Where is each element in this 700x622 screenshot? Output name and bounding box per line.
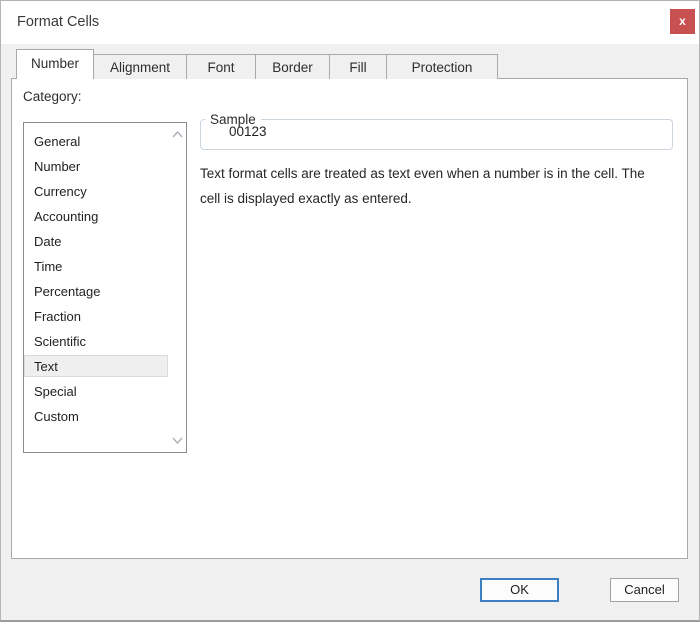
category-item-currency[interactable]: Currency: [24, 179, 168, 204]
category-item-percentage[interactable]: Percentage: [24, 279, 168, 304]
category-listbox[interactable]: General Number Currency Accounting Date …: [23, 122, 187, 453]
tab-strip: Number Alignment Font Border Fill Protec…: [16, 49, 498, 79]
cancel-button[interactable]: Cancel: [610, 578, 679, 602]
tab-label: Border: [272, 60, 313, 75]
category-item-custom[interactable]: Custom: [24, 404, 168, 429]
tab-number[interactable]: Number: [16, 49, 94, 79]
tab-font[interactable]: Font: [186, 54, 256, 79]
ok-button[interactable]: OK: [480, 578, 559, 602]
dialog-title: Format Cells: [17, 14, 99, 30]
close-icon: x: [679, 14, 686, 28]
tab-border[interactable]: Border: [255, 54, 330, 79]
category-item-scientific[interactable]: Scientific: [24, 329, 168, 354]
scroll-down-icon[interactable]: [172, 437, 183, 444]
sample-value: 00123: [201, 124, 672, 139]
category-item-number[interactable]: Number: [24, 154, 168, 179]
tab-label: Font: [207, 60, 234, 75]
tab-label: Number: [31, 56, 79, 71]
title-bar: Format Cells x: [1, 1, 699, 44]
category-label: Category:: [23, 89, 82, 104]
format-description: Text format cells are treated as text ev…: [200, 161, 648, 211]
category-item-text[interactable]: Text: [24, 355, 168, 377]
tab-label: Protection: [412, 60, 473, 75]
listbox-scrollbar[interactable]: [169, 123, 186, 452]
tab-label: Fill: [349, 60, 366, 75]
tab-alignment[interactable]: Alignment: [93, 54, 187, 79]
tab-label: Alignment: [110, 60, 170, 75]
format-cells-dialog: Format Cells x Number Alignment Font Bor…: [0, 0, 700, 622]
category-item-fraction[interactable]: Fraction: [24, 304, 168, 329]
category-item-accounting[interactable]: Accounting: [24, 204, 168, 229]
tab-protection[interactable]: Protection: [386, 54, 498, 79]
category-item-date[interactable]: Date: [24, 229, 168, 254]
category-item-special[interactable]: Special: [24, 379, 168, 404]
tab-fill[interactable]: Fill: [329, 54, 387, 79]
scroll-up-icon[interactable]: [172, 131, 183, 138]
close-button[interactable]: x: [670, 9, 695, 34]
sample-group: Sample 00123: [200, 112, 673, 150]
category-item-general[interactable]: General: [24, 129, 168, 154]
category-item-time[interactable]: Time: [24, 254, 168, 279]
number-tab-panel: Category: General Number Currency Accoun…: [11, 78, 688, 559]
